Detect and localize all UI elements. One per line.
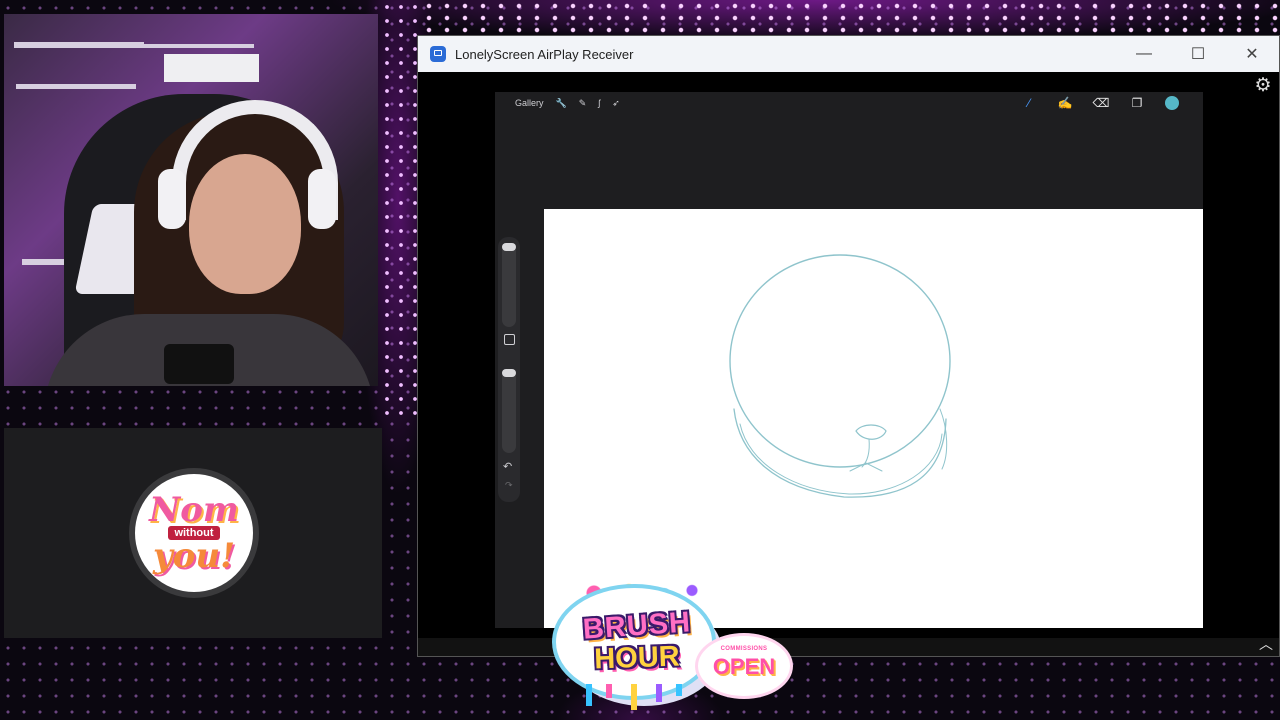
paint-drips xyxy=(576,684,696,712)
redo-icon[interactable]: ↷ xyxy=(505,480,513,491)
window-title: LonelyScreen AirPlay Receiver xyxy=(455,46,634,62)
gallery-button[interactable]: Gallery xyxy=(515,98,544,108)
airplay-app-icon xyxy=(430,46,446,62)
chevron-up-icon[interactable]: ︿ xyxy=(1259,634,1273,654)
minimize-button[interactable]: — xyxy=(1117,36,1171,72)
brush-size-thumb[interactable] xyxy=(502,243,516,251)
badge-hour-text: HOUR xyxy=(593,640,681,676)
color-picker-swatch[interactable] xyxy=(1165,96,1179,110)
maximize-icon: ☐ xyxy=(1190,46,1206,63)
headphone-cup xyxy=(158,169,186,229)
wrench-icon[interactable]: 🔧 xyxy=(556,98,567,109)
sketch-nose xyxy=(855,424,887,440)
procreate-sidebar: ↶ ↷ xyxy=(498,237,520,502)
eraser-icon[interactable]: ⌫ xyxy=(1093,95,1110,111)
window-controls: — ☐ ✕ xyxy=(1117,36,1279,72)
title-bar[interactable]: LonelyScreen AirPlay Receiver — ☐ ✕ xyxy=(418,36,1279,72)
webcam-feed xyxy=(4,14,378,386)
logo-text-bottom: you! xyxy=(152,536,236,576)
shelf xyxy=(144,44,254,48)
close-icon: ✕ xyxy=(1245,46,1259,63)
close-button[interactable]: ✕ xyxy=(1225,36,1279,72)
background-top-lights xyxy=(420,0,1280,36)
shelf xyxy=(14,42,144,48)
mirrored-ipad-screen: Gallery 🔧 ✎ ʃ ➶ ⁄ ✍ ⌫ ❐ ↶ ↷ xyxy=(495,92,1203,628)
sketch-jaw-line xyxy=(739,423,943,495)
gear-icon[interactable]: ⚙ xyxy=(1253,76,1273,96)
horizontal-scrollbar[interactable]: ︿ xyxy=(418,636,1279,656)
brush-hour-badge: BRUSH HOUR COMMISSIONS OPEN xyxy=(556,580,796,720)
maximize-button[interactable]: ☐ xyxy=(1171,36,1225,72)
modify-button[interactable] xyxy=(504,334,515,345)
brush-size-slider[interactable] xyxy=(502,243,516,327)
sketch-head-circle xyxy=(729,254,951,468)
storage-box xyxy=(164,54,259,82)
toolbar-right-group: ⁄ ✍ ⌫ ❐ xyxy=(1021,95,1179,111)
minimize-icon: — xyxy=(1136,45,1152,62)
commissions-text: COMMISSIONS xyxy=(720,646,768,652)
sketch-drawing xyxy=(729,254,951,498)
logo-text-top: Nom xyxy=(149,490,239,530)
airplay-receiver-window: LonelyScreen AirPlay Receiver — ☐ ✕ ⚙ Ga… xyxy=(417,35,1280,657)
shelf xyxy=(16,84,136,89)
open-text: OPEN xyxy=(712,654,776,679)
transform-arrow-icon[interactable]: ➶ xyxy=(612,98,620,109)
magic-wand-icon[interactable]: ✎ xyxy=(579,98,587,109)
smudge-icon[interactable]: ✍ xyxy=(1057,95,1073,111)
headphone-cup xyxy=(308,169,336,229)
opacity-thumb[interactable] xyxy=(502,369,516,377)
selection-icon[interactable]: ʃ xyxy=(598,98,600,108)
opacity-slider[interactable] xyxy=(502,369,516,453)
undo-icon[interactable]: ↶ xyxy=(503,460,512,473)
drawing-canvas[interactable] xyxy=(544,209,1203,628)
procreate-toolbar: Gallery 🔧 ✎ ʃ ➶ ⁄ ✍ ⌫ ❐ xyxy=(495,92,1203,114)
sketch-jaw-line xyxy=(733,408,947,498)
layers-icon[interactable]: ❐ xyxy=(1129,95,1145,111)
channel-logo: Nom without you! xyxy=(129,468,259,598)
channel-logo-panel: Nom without you! xyxy=(4,428,382,638)
microphone xyxy=(164,344,234,384)
background-light-strip xyxy=(380,0,420,420)
brush-icon[interactable]: ⁄ xyxy=(1021,95,1037,111)
